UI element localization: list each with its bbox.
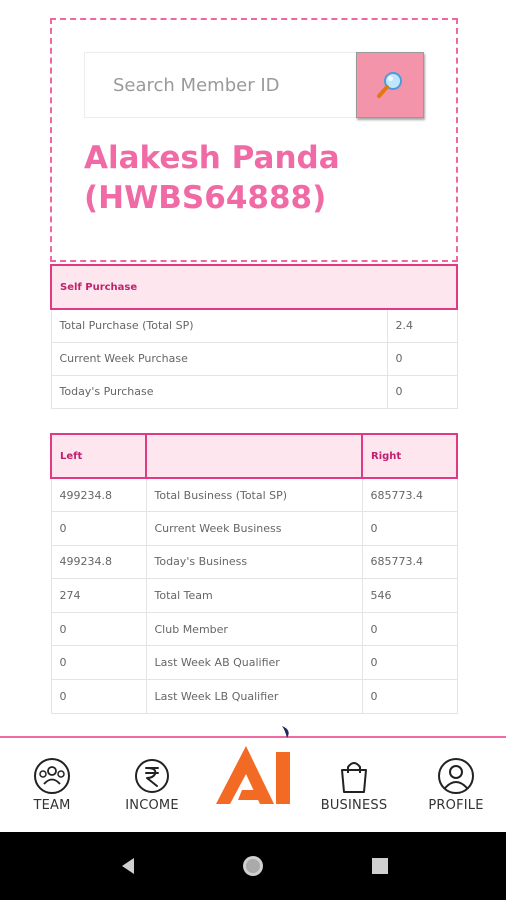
table-row: Current Week Purchase 0	[50, 341, 458, 376]
right-value: 0	[361, 679, 458, 714]
nav-team[interactable]: TEAM	[12, 756, 92, 813]
table-row: 499234.8 Today's Business 685773.4	[50, 544, 458, 580]
row-label: Total Purchase (Total SP)	[50, 308, 388, 343]
left-value: 0	[50, 645, 147, 681]
table-row: 499234.8 Total Business (Total SP) 68577…	[50, 477, 458, 513]
left-header: Left	[50, 433, 147, 479]
right-value: 685773.4	[361, 477, 458, 513]
left-value: 499234.8	[50, 477, 147, 513]
right-value: 546	[361, 578, 458, 613]
right-value: 0	[361, 611, 458, 647]
row-label: Today's Purchase	[50, 374, 388, 409]
right-value: 0	[361, 645, 458, 681]
shopping-bag-icon	[341, 762, 367, 793]
home-icon[interactable]	[241, 854, 265, 878]
nav-profile-label: PROFILE	[428, 798, 484, 813]
left-value: 0	[50, 511, 147, 546]
left-value: 274	[50, 578, 147, 613]
left-value: 499234.8	[50, 544, 147, 580]
table-row: 0 Club Member 0	[50, 611, 458, 647]
row-label: Total Team	[145, 578, 363, 613]
business-table: Left Right 499234.8 Total Business (Tota…	[50, 433, 458, 714]
middle-header	[145, 433, 363, 479]
table-row: 0 Last Week LB Qualifier 0	[50, 679, 458, 714]
left-value: 0	[50, 679, 147, 714]
member-id-line: (HWBS64888)	[84, 180, 327, 216]
nav-income-label: INCOME	[125, 798, 179, 813]
row-label: Today's Business	[145, 544, 363, 580]
system-nav-bar	[0, 832, 506, 900]
table-row: 274 Total Team 546	[50, 578, 458, 613]
nav-business-label: BUSINESS	[320, 798, 388, 813]
nav-profile[interactable]: PROFILE	[416, 756, 496, 813]
row-value: 2.4	[386, 308, 458, 343]
table-row: Today's Purchase 0	[50, 374, 458, 409]
row-label: Last Week AB Qualifier	[145, 645, 363, 681]
search-button[interactable]	[356, 52, 424, 118]
self-purchase-header: Self Purchase	[50, 264, 458, 310]
row-label: Last Week LB Qualifier	[145, 679, 363, 714]
row-label: Current Week Purchase	[50, 341, 388, 376]
member-name-line: Alakesh Panda	[84, 140, 340, 176]
nav-business[interactable]: BUSINESS	[314, 756, 394, 813]
row-value: 0	[386, 374, 458, 409]
team-icon	[34, 758, 70, 794]
magnifier-icon	[377, 72, 402, 98]
self-purchase-table: Self Purchase Total Purchase (Total SP) …	[50, 264, 458, 409]
recents-icon[interactable]	[371, 857, 389, 875]
row-label: Current Week Business	[145, 511, 363, 546]
member-name: Alakesh Panda (HWBS64888)	[84, 138, 434, 218]
table-row: 0 Current Week Business 0	[50, 511, 458, 546]
rupee-icon	[135, 759, 169, 793]
user-icon	[438, 758, 474, 794]
right-header: Right	[361, 433, 458, 479]
table-row: 0 Last Week AB Qualifier 0	[50, 645, 458, 681]
search-member-input[interactable]	[84, 52, 356, 118]
brand-logo[interactable]	[212, 724, 298, 810]
row-label: Club Member	[145, 611, 363, 647]
table-row: Total Purchase (Total SP) 2.4	[50, 308, 458, 343]
nav-income[interactable]: INCOME	[112, 756, 192, 813]
back-icon[interactable]	[118, 856, 138, 876]
search-row	[84, 52, 424, 118]
left-value: 0	[50, 611, 147, 647]
right-value: 685773.4	[361, 544, 458, 580]
row-label: Total Business (Total SP)	[145, 477, 363, 513]
member-card: Alakesh Panda (HWBS64888)	[50, 18, 458, 262]
nav-team-label: TEAM	[33, 798, 71, 813]
row-value: 0	[386, 341, 458, 376]
right-value: 0	[361, 511, 458, 546]
